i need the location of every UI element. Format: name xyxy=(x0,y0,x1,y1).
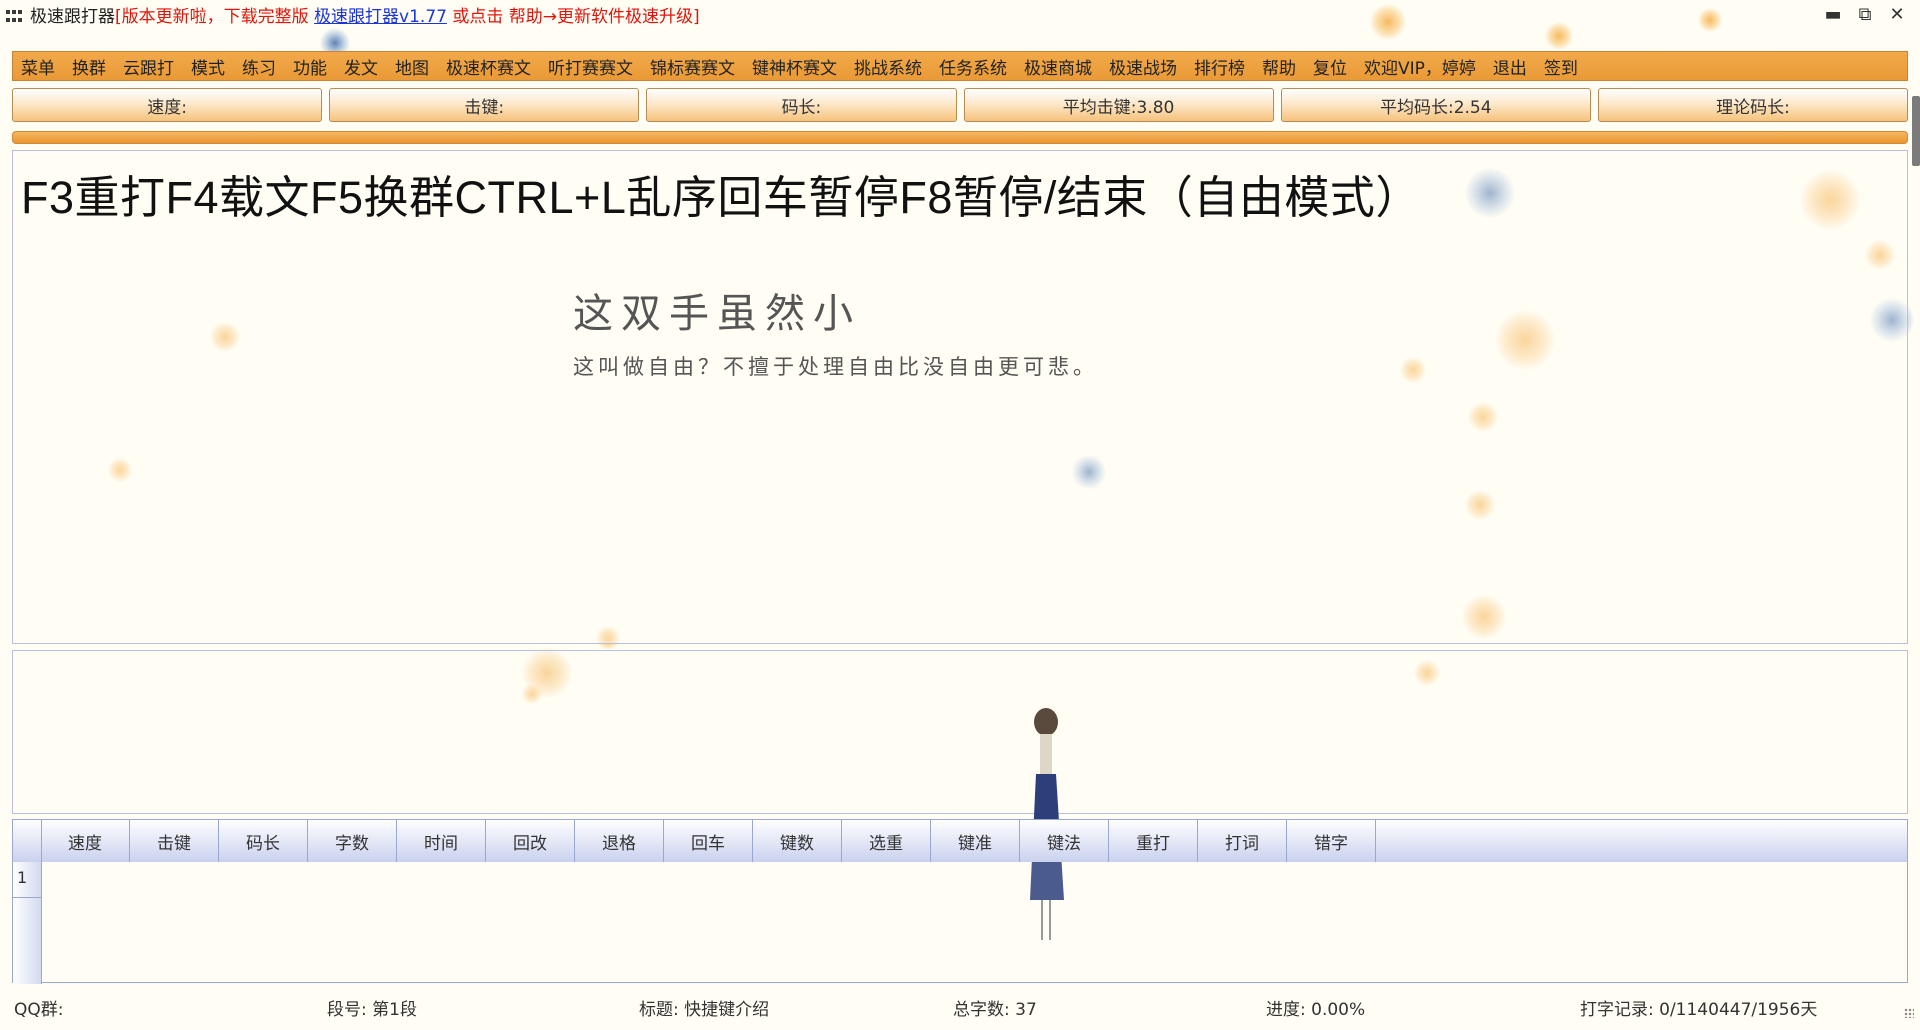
typing-record-status: 打字记录: 0/1140447/1956天 xyxy=(1580,1000,1818,1020)
column-header-errors[interactable]: 错字 xyxy=(1287,820,1376,862)
column-headers: 速度 击键 码长 字数 时间 回改 退格 回车 键数 选重 键准 键法 重打 打… xyxy=(41,820,1376,862)
column-header-key-count[interactable]: 键数 xyxy=(753,820,842,862)
code-length-stat: 码长: xyxy=(646,88,957,122)
speed-stat: 速度: xyxy=(12,88,323,122)
menu-item-switch-group[interactable]: 换群 xyxy=(72,54,106,79)
text-display-panel: F3重打F4载文F5换群CTRL+L乱序回车暂停F8暂停/结束（自由模式） 这双… xyxy=(12,150,1908,644)
status-bar: QQ群: 段号: 第1段 标题: 快捷键介绍 总字数: 37 进度: 0.00%… xyxy=(0,988,1920,1024)
menu-item-practice[interactable]: 练习 xyxy=(242,54,276,79)
column-header-key-method[interactable]: 键法 xyxy=(1020,820,1109,862)
resize-grip-icon[interactable] xyxy=(1904,1008,1914,1018)
column-header-keystroke[interactable]: 击键 xyxy=(130,820,219,862)
menu-item-help[interactable]: 帮助 xyxy=(1262,54,1296,79)
update-notice-prefix: [版本更新啦，下载完整版 xyxy=(115,7,315,27)
menu-item-battlefield[interactable]: 极速战场 xyxy=(1109,54,1177,79)
menu-bar: 菜单 换群 云跟打 模式 练习 功能 发文 地图 极速杯赛文 听打赛赛文 锦标赛… xyxy=(12,51,1908,81)
column-header-time[interactable]: 时间 xyxy=(397,820,486,862)
background-poem-line: 这叫做自由？不擅于处理自由比没自由更可悲。 xyxy=(573,355,1098,379)
menu-item-reset[interactable]: 复位 xyxy=(1313,54,1347,79)
restore-icon[interactable]: ⧉ xyxy=(1852,4,1878,25)
column-header-retype[interactable]: 重打 xyxy=(1109,820,1198,862)
app-grid-icon[interactable] xyxy=(6,10,24,24)
minimize-icon[interactable]: ▬ xyxy=(1820,4,1846,25)
menu-item-shop[interactable]: 极速商城 xyxy=(1024,54,1092,79)
background-poem-title: 这双手虽然小 xyxy=(573,291,861,337)
menu-item-exit[interactable]: 退出 xyxy=(1493,54,1527,79)
window-title: 极速跟打器[版本更新啦，下载完整版 极速跟打器v1.77 或点击 帮助→更新软件… xyxy=(30,6,700,28)
avg-keystroke-stat: 平均击键:3.80 xyxy=(963,88,1274,122)
progress-bar xyxy=(12,131,1908,144)
table-corner xyxy=(13,820,42,862)
column-header-speed[interactable]: 速度 xyxy=(41,820,130,862)
typing-input-area[interactable] xyxy=(12,650,1908,814)
app-name: 极速跟打器 xyxy=(30,7,115,27)
menu-item-welcome-vip[interactable]: 欢迎VIP，婷婷 xyxy=(1364,54,1476,79)
download-link[interactable]: 极速跟打器v1.77 xyxy=(314,7,447,27)
menu-item-leaderboard[interactable]: 排行榜 xyxy=(1194,54,1245,79)
column-header-key-accuracy[interactable]: 键准 xyxy=(931,820,1020,862)
typing-records-table: 速度 击键 码长 字数 时间 回改 退格 回车 键数 选重 键准 键法 重打 打… xyxy=(12,819,1908,984)
stats-bar: 速度: 击键: 码长: 平均击键:3.80 平均码长:2.54 理论码长: xyxy=(12,88,1909,122)
menu-item-cloud-follow[interactable]: 云跟打 xyxy=(123,54,174,79)
column-header-code-length[interactable]: 码长 xyxy=(219,820,308,862)
menu-item-listening-race[interactable]: 听打赛赛文 xyxy=(548,54,633,79)
menu-item-send-text[interactable]: 发文 xyxy=(344,54,378,79)
theoretical-code-length-stat: 理论码长: xyxy=(1597,88,1909,122)
column-header-enter[interactable]: 回车 xyxy=(664,820,753,862)
menu-item-challenge[interactable]: 挑战系统 xyxy=(854,54,922,79)
column-header-char-count[interactable]: 字数 xyxy=(308,820,397,862)
column-header-backspace[interactable]: 退格 xyxy=(575,820,664,862)
paragraph-status: 段号: 第1段 xyxy=(327,1000,417,1020)
title-status: 标题: 快捷键介绍 xyxy=(639,1000,770,1020)
column-header-corrections[interactable]: 回改 xyxy=(486,820,575,862)
progress-status: 进度: 0.00% xyxy=(1266,1000,1366,1020)
menu-item-speed-cup[interactable]: 极速杯赛文 xyxy=(446,54,531,79)
column-header-word-typing[interactable]: 打词 xyxy=(1198,820,1287,862)
avg-code-length-stat: 平均码长:2.54 xyxy=(1280,88,1591,122)
keystroke-stat: 击键: xyxy=(329,88,640,122)
menu-item-key-god-cup[interactable]: 键神杯赛文 xyxy=(752,54,837,79)
update-notice-suffix: 或点击 帮助→更新软件极速升级] xyxy=(446,7,700,27)
hotkey-instructions: F3重打F4载文F5换群CTRL+L乱序回车暂停F8暂停/结束（自由模式） xyxy=(21,172,1421,223)
column-header-reselect[interactable]: 选重 xyxy=(842,820,931,862)
total-chars-status: 总字数: 37 xyxy=(953,1000,1037,1020)
menu-item-menu[interactable]: 菜单 xyxy=(21,54,55,79)
menu-item-check-in[interactable]: 签到 xyxy=(1544,54,1578,79)
qq-group-status: QQ群: xyxy=(14,1000,64,1020)
menu-item-mode[interactable]: 模式 xyxy=(191,54,225,79)
title-bar: 极速跟打器[版本更新啦，下载完整版 极速跟打器v1.77 或点击 帮助→更新软件… xyxy=(0,0,1920,34)
menu-item-championship[interactable]: 锦标赛赛文 xyxy=(650,54,735,79)
table-row[interactable]: 1 xyxy=(13,862,41,898)
menu-item-tasks[interactable]: 任务系统 xyxy=(939,54,1007,79)
scrollbar-thumb[interactable] xyxy=(1912,96,1920,166)
close-icon[interactable]: ✕ xyxy=(1884,4,1910,25)
table-header: 速度 击键 码长 字数 时间 回改 退格 回车 键数 选重 键准 键法 重打 打… xyxy=(13,820,1907,862)
menu-item-map[interactable]: 地图 xyxy=(395,54,429,79)
menu-item-functions[interactable]: 功能 xyxy=(293,54,327,79)
